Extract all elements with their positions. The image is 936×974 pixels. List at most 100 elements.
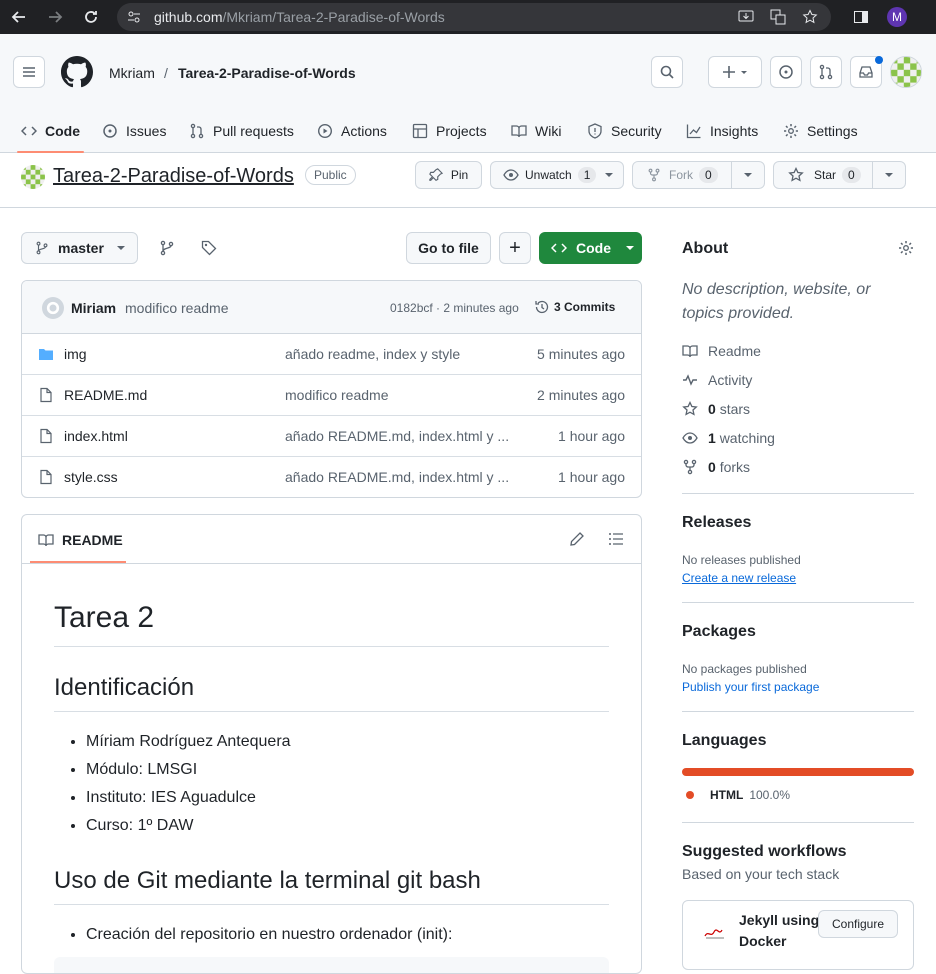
tab-code[interactable]: Code (17, 109, 84, 153)
translate-icon[interactable] (770, 9, 786, 25)
side-panel-icon[interactable] (851, 7, 871, 27)
branch-selector[interactable]: master (21, 232, 138, 264)
pin-button[interactable]: Pin (415, 161, 482, 189)
install-app-icon[interactable] (738, 9, 754, 25)
file-row-index[interactable]: index.html añado README.md, index.html y… (22, 416, 641, 457)
identification-list: Míriam Rodríguez Antequera Módulo: LMSGI… (54, 728, 609, 840)
commit-meta[interactable]: 0182bcf · 2 minutes ago (390, 301, 519, 315)
hamburger-icon (23, 67, 35, 77)
create-new-button[interactable] (708, 56, 762, 88)
gear-icon[interactable] (898, 240, 914, 256)
stars-link[interactable]: 0 stars (682, 401, 750, 417)
tab-actions[interactable]: Actions (317, 109, 387, 153)
outline-list-icon[interactable] (608, 531, 624, 547)
file-name[interactable]: style.css (64, 469, 118, 485)
pencil-icon[interactable] (569, 531, 585, 547)
stars-count: 0 (708, 401, 716, 417)
file-commit-message[interactable]: modifico readme (285, 387, 389, 403)
configure-button[interactable]: Configure (818, 910, 898, 938)
file-row-style[interactable]: style.css añado README.md, index.html y … (22, 457, 641, 497)
publish-package-link[interactable]: Publish your first package (682, 680, 819, 694)
watching-count: 1 (708, 430, 716, 446)
commit-author-avatar[interactable] (42, 297, 64, 319)
star-button[interactable]: Star 0 (773, 161, 906, 189)
repo-link[interactable]: Tarea-2-Paradise-of-Words (178, 65, 356, 81)
workflows-subtitle: Based on your tech stack (682, 866, 840, 882)
bookmark-star-icon[interactable] (802, 9, 818, 25)
tab-insights[interactable]: Insights (686, 109, 758, 153)
book-icon (511, 125, 527, 138)
table-icon (412, 123, 428, 139)
repo-title-bar: Tarea-2-Paradise-of-Words Public Pin Unw… (0, 153, 936, 208)
tab-issues[interactable]: Issues (102, 109, 166, 153)
create-release-link[interactable]: Create a new release (682, 571, 796, 585)
language-bar-fill-html (682, 768, 914, 776)
readme-link[interactable]: Readme (682, 343, 761, 359)
issues-button[interactable] (770, 56, 802, 88)
unwatch-button[interactable]: Unwatch 1 (490, 161, 624, 189)
divider (682, 602, 914, 603)
repo-name-link[interactable]: Tarea-2-Paradise-of-Words (53, 165, 294, 188)
readme-link-label: Readme (708, 343, 761, 359)
watching-link[interactable]: 1 watching (682, 430, 775, 446)
commit-author[interactable]: Miriam (71, 300, 116, 316)
releases-title[interactable]: Releases (682, 514, 751, 532)
url-text: github.com/Mkriam/Tarea-2-Paradise-of-Wo… (154, 9, 445, 25)
chevron-down-icon (885, 173, 893, 177)
tab-settings[interactable]: Settings (783, 109, 858, 153)
eye-icon (682, 432, 698, 444)
commit-message[interactable]: modifico readme (125, 300, 229, 316)
forks-count: 0 (708, 459, 716, 475)
activity-link[interactable]: Activity (682, 372, 752, 388)
packages-title[interactable]: Packages (682, 623, 756, 641)
no-releases-text: No releases published (682, 553, 801, 567)
file-time: 5 minutes ago (537, 346, 625, 362)
file-commit-message[interactable]: añado README.md, index.html y ... (285, 469, 509, 485)
readme-tab[interactable]: README (38, 515, 123, 564)
back-icon[interactable] (9, 7, 29, 27)
file-name[interactable]: README.md (64, 387, 147, 403)
add-file-button[interactable]: + (499, 232, 531, 264)
site-info-icon[interactable] (127, 10, 141, 24)
menu-button[interactable] (13, 56, 45, 88)
pulse-icon (683, 374, 697, 386)
language-name: HTML (710, 788, 744, 802)
file-commit-message[interactable]: añado readme, index y style (285, 346, 460, 362)
star-icon (788, 167, 804, 182)
go-to-file-button[interactable]: Go to file (406, 232, 491, 264)
commits-link[interactable]: 3 Commits (534, 299, 615, 315)
tab-security[interactable]: Security (587, 109, 662, 153)
profile-initial: M (892, 10, 902, 24)
pull-requests-button[interactable] (810, 56, 842, 88)
forks-link[interactable]: 0 forks (682, 459, 750, 475)
branches-icon[interactable] (159, 240, 175, 256)
file-name[interactable]: img (64, 346, 87, 362)
profile-avatar[interactable]: M (887, 7, 907, 27)
fork-button[interactable]: Fork 0 (632, 161, 765, 189)
tab-wiki[interactable]: Wiki (511, 109, 561, 153)
tab-pull-requests[interactable]: Pull requests (189, 109, 294, 153)
language-html[interactable]: HTML 100.0% (686, 788, 790, 802)
github-logo-icon[interactable] (61, 56, 93, 88)
reload-icon[interactable] (81, 7, 101, 27)
readme-tab-label: README (62, 531, 123, 548)
forward-icon[interactable] (45, 7, 65, 27)
owner-link[interactable]: Mkriam (109, 65, 155, 81)
code-dropdown-button[interactable]: Code (539, 232, 642, 264)
file-row-readme[interactable]: README.md modifico readme 2 minutes ago (22, 375, 641, 416)
file-name[interactable]: index.html (64, 428, 128, 444)
address-bar[interactable]: github.com/Mkriam/Tarea-2-Paradise-of-Wo… (117, 3, 831, 31)
code-icon (551, 243, 567, 253)
latest-commit-bar: Miriam modifico readme 0182bcf · 2 minut… (22, 281, 641, 334)
star-count: 0 (842, 167, 861, 183)
tag-icon[interactable] (201, 240, 217, 256)
chevron-down-icon (116, 246, 125, 250)
file-row-img[interactable]: img añado readme, index y style 5 minute… (22, 334, 641, 375)
user-avatar[interactable] (890, 56, 922, 88)
file-icon (40, 469, 52, 485)
file-commit-message[interactable]: añado README.md, index.html y ... (285, 428, 509, 444)
tab-projects[interactable]: Projects (412, 109, 487, 153)
code-icon (21, 126, 37, 136)
search-button[interactable] (651, 56, 683, 88)
search-icon (660, 65, 674, 79)
